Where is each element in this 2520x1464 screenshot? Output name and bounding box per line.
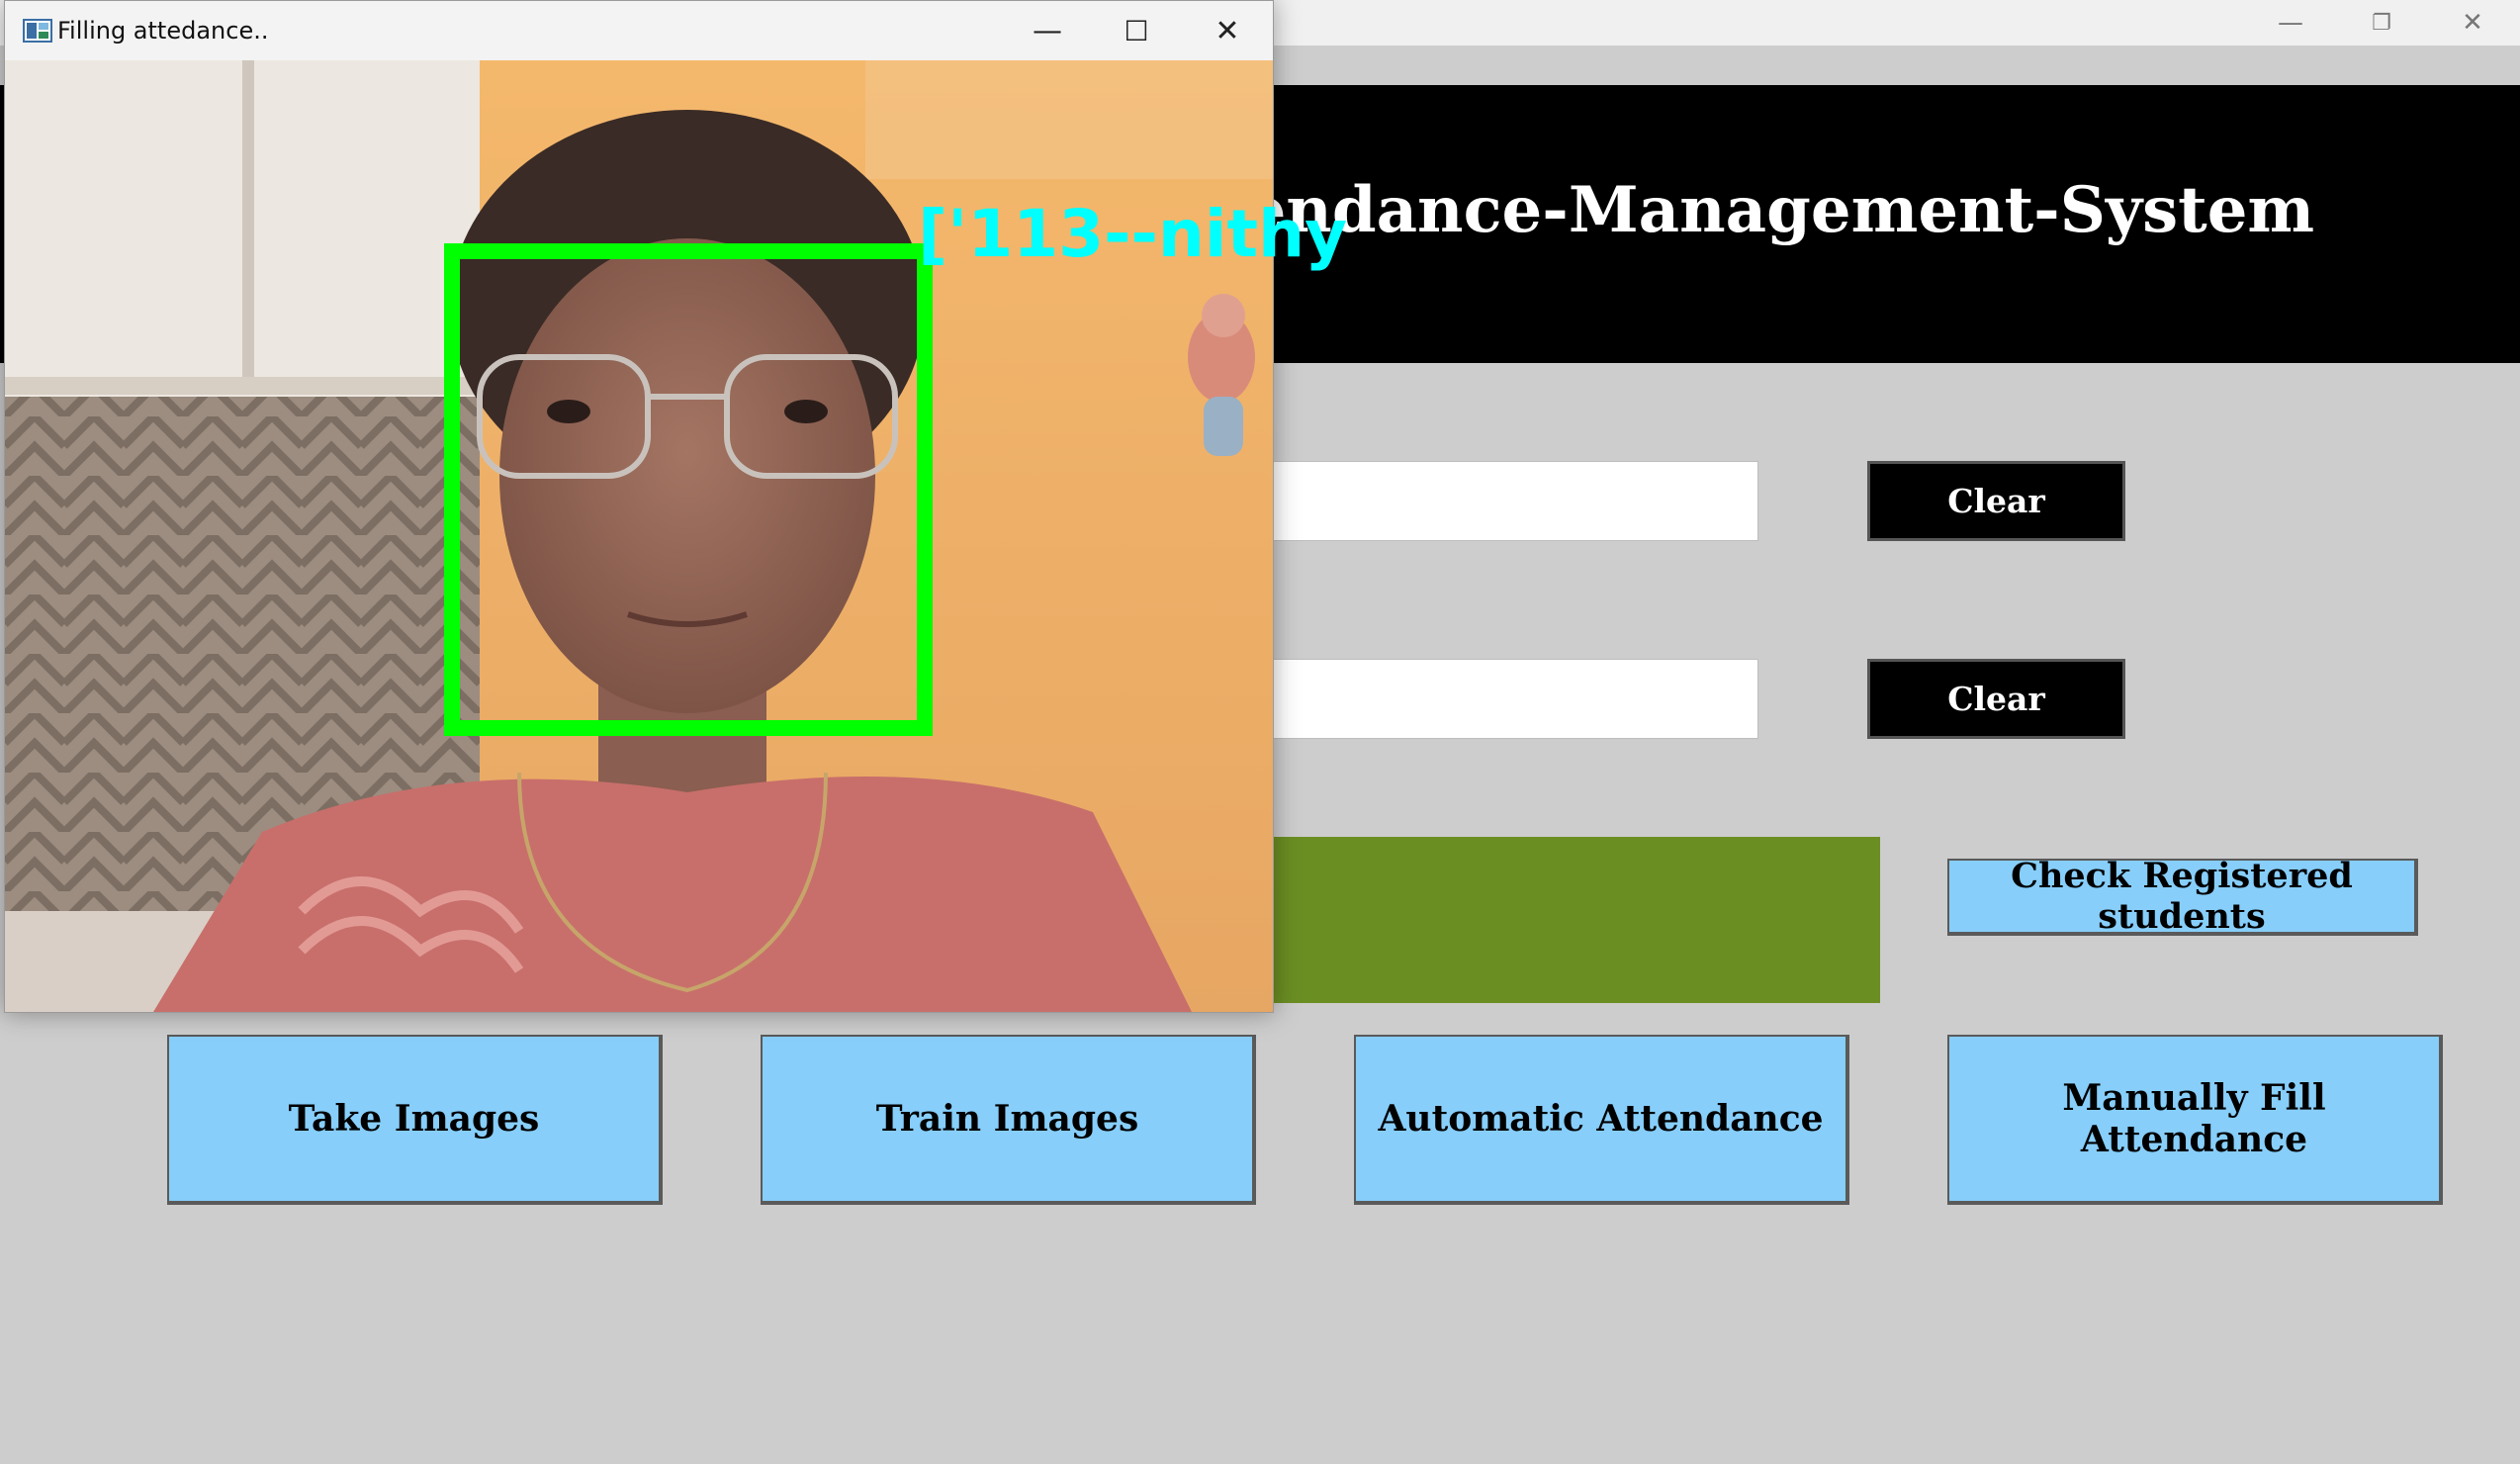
restore-button[interactable]: ❐	[2336, 0, 2427, 46]
camera-window-title: Filling attedance..	[57, 17, 269, 45]
camera-minimize-button[interactable]: —	[1006, 5, 1089, 56]
manually-fill-attendance-button[interactable]: Manually Fill Attendance	[1947, 1035, 2443, 1205]
camera-close-button[interactable]: ✕	[1186, 5, 1269, 56]
clear-enrollment-button[interactable]: Clear	[1867, 461, 2125, 541]
camera-window[interactable]: Filling attedance.. — ☐ ✕	[4, 0, 1274, 1013]
check-registered-students-button[interactable]: Check Registered students	[1947, 856, 2418, 937]
enrollment-input[interactable]	[1256, 461, 1758, 541]
status-panel	[1167, 837, 1880, 1003]
close-button[interactable]: ✕	[2427, 0, 2518, 46]
name-input[interactable]	[1256, 659, 1758, 739]
page-title: tendance-Management-System	[1216, 173, 2315, 247]
camera-title-bar[interactable]: Filling attedance.. — ☐ ✕	[5, 1, 1273, 60]
train-images-button[interactable]: Train Images	[761, 1035, 1256, 1205]
camera-maximize-button[interactable]: ☐	[1095, 5, 1178, 56]
recognition-label: ['113--nithy	[918, 196, 1348, 272]
app-icon	[23, 19, 52, 43]
minimize-button[interactable]: —	[2245, 0, 2336, 46]
take-images-button[interactable]: Take Images	[167, 1035, 663, 1205]
automatic-attendance-button[interactable]: Automatic Attendance	[1354, 1035, 1849, 1205]
clear-name-button[interactable]: Clear	[1867, 659, 2125, 739]
